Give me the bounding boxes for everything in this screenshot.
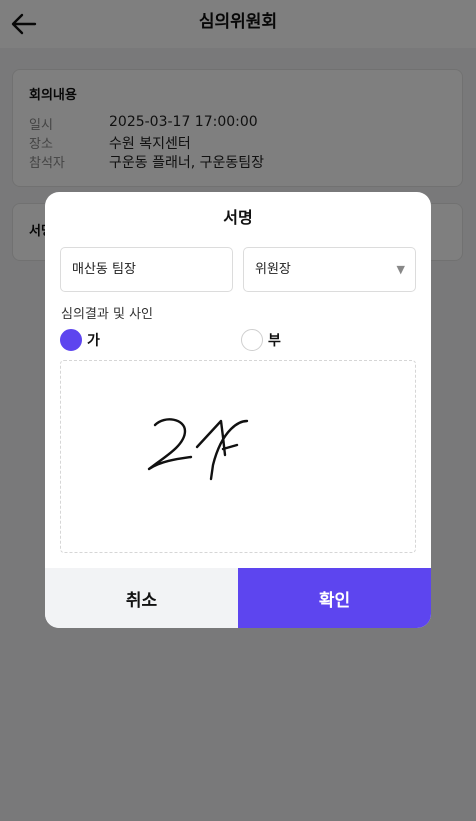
- result-label: 심의결과 및 사인: [61, 307, 153, 322]
- signature-stroke: [147, 418, 249, 481]
- caret-down-icon: ▼: [396, 263, 405, 276]
- modal-title: 서명: [223, 208, 253, 227]
- confirm-button[interactable]: 확인: [238, 568, 431, 628]
- signature-modal: 서명 매산동 팀장 위원장 ▼ 심의결과 및 사인 가 부 취소 확인: [45, 192, 431, 628]
- signer-name-value: 매산동 팀장: [72, 262, 136, 277]
- radio-approve[interactable]: 가: [60, 329, 100, 351]
- cancel-button[interactable]: 취소: [45, 568, 238, 628]
- radio-circle-checked: [60, 329, 82, 351]
- radio-label: 부: [268, 333, 281, 349]
- radio-reject[interactable]: 부: [241, 329, 281, 351]
- radio-label: 가: [87, 333, 100, 349]
- role-select[interactable]: 위원장 ▼: [243, 247, 416, 292]
- signature-pad[interactable]: [60, 360, 416, 553]
- radio-circle-unchecked: [241, 329, 263, 351]
- signer-name-field[interactable]: 매산동 팀장: [60, 247, 233, 292]
- role-select-value: 위원장: [255, 262, 291, 277]
